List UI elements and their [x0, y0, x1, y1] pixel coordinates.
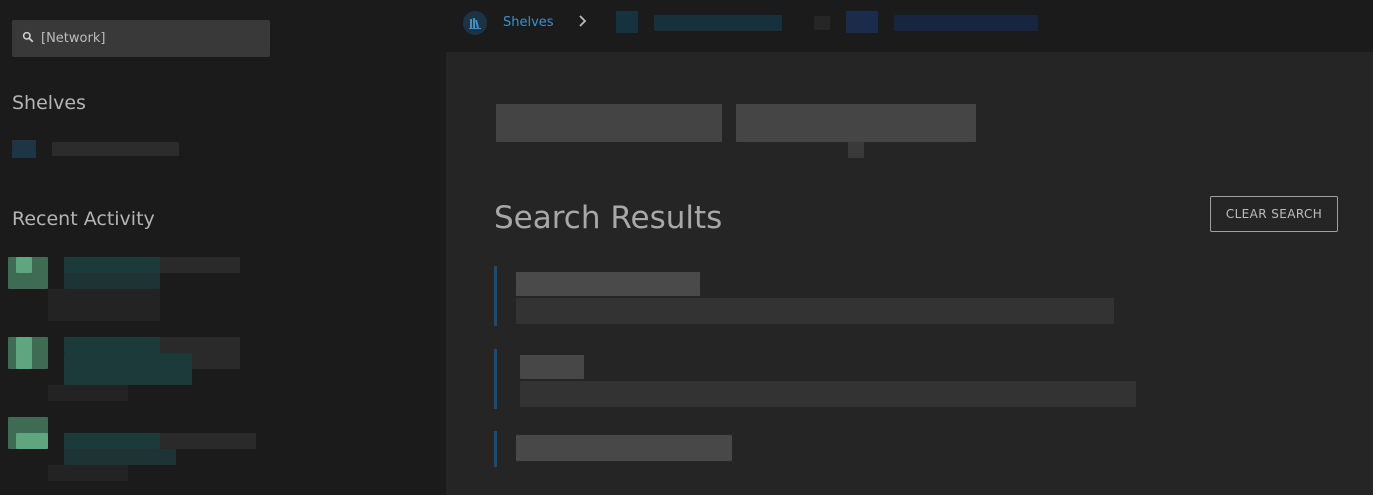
activity-title-redacted [64, 433, 160, 449]
result-title-redacted [516, 272, 700, 296]
app-window: [Network] Shelves Recent Activity Shelve… [0, 0, 1373, 495]
result-snippet-redacted [516, 298, 1114, 324]
activity-line2-redacted [64, 353, 192, 385]
result-snippet-redacted [520, 381, 1136, 407]
activity-line3-redacted [48, 289, 160, 321]
result-accent-bar [494, 266, 497, 326]
search-results-title: Search Results [494, 200, 723, 236]
main-content: Search Results CLEAR SEARCH [446, 52, 1373, 495]
clear-search-button[interactable]: CLEAR SEARCH [1210, 196, 1338, 232]
result-title-redacted [516, 435, 732, 461]
search-result-item[interactable] [494, 431, 1194, 467]
breadcrumb-book-icon [846, 11, 878, 33]
activity-line3-redacted [48, 385, 128, 401]
search-input[interactable]: [Network] [12, 20, 270, 57]
title-word-1-redacted [496, 104, 722, 142]
search-result-item[interactable] [494, 266, 1194, 326]
breadcrumb-shelves-link[interactable]: Shelves [503, 15, 554, 30]
activity-meta-redacted [160, 433, 256, 449]
activity-line2-redacted [64, 273, 160, 289]
activity-title-redacted [64, 257, 160, 273]
chevron-right-icon [579, 15, 587, 27]
activity-meta-redacted [160, 257, 240, 273]
activity-avatar-highlight [16, 433, 48, 449]
title-word-2-redacted [736, 104, 976, 142]
recent-activity-heading: Recent Activity [12, 208, 155, 230]
shelf-name-redacted [52, 142, 179, 156]
bookshelf-glyph [469, 18, 481, 29]
bookshelf-icon[interactable] [463, 11, 487, 35]
activity-avatar-highlight [16, 337, 32, 369]
result-accent-bar [494, 431, 497, 467]
sidebar: [Network] Shelves Recent Activity [0, 0, 446, 495]
search-value: [Network] [41, 31, 106, 46]
activity-line3-redacted [48, 465, 128, 481]
result-title-redacted [520, 355, 584, 379]
search-icon [22, 31, 34, 43]
breadcrumb-shelf-icon [616, 11, 638, 33]
shelves-heading: Shelves [12, 92, 86, 114]
result-accent-bar [494, 349, 497, 409]
breadcrumb-separator-redacted [814, 16, 830, 30]
activity-avatar-highlight [16, 257, 32, 273]
activity-title-redacted [64, 337, 160, 353]
title-descender-redacted [848, 142, 864, 158]
shelf-icon [12, 140, 36, 158]
activity-line2-redacted [64, 449, 176, 465]
breadcrumb: Shelves [446, 0, 1373, 52]
breadcrumb-book-name-redacted [894, 15, 1038, 31]
breadcrumb-shelf-name-redacted [654, 15, 782, 31]
search-result-item[interactable] [494, 349, 1194, 409]
